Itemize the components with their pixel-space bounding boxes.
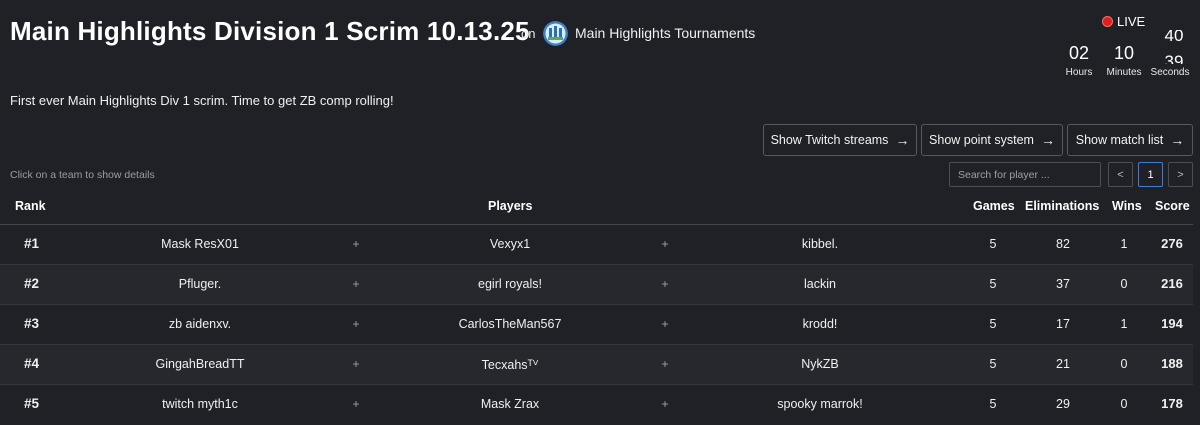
countdown-minutes-label: Minutes <box>1106 67 1142 78</box>
plus-icon: + <box>661 237 669 251</box>
row-games: 5 <box>989 317 997 331</box>
show-point-system-label: Show point system <box>929 133 1034 147</box>
live-indicator: LIVE <box>1102 14 1145 29</box>
countdown-hours-label: Hours <box>1065 67 1093 78</box>
next-page-button[interactable]: > <box>1168 162 1193 187</box>
wins-header: Wins <box>1112 199 1142 213</box>
countdown-seconds-label: Seconds <box>1150 67 1190 78</box>
player-3: lackin <box>804 277 836 291</box>
table-row[interactable]: #2 Pfluger. + egirl royals! + lackin 5 3… <box>0 265 1193 305</box>
row-eliminations: 29 <box>1056 397 1070 411</box>
row-games: 5 <box>989 357 997 371</box>
countdown-seconds-next: 39 <box>1164 52 1184 64</box>
plus-icon: + <box>352 397 360 411</box>
player-1: Mask ResX01 <box>161 237 239 251</box>
show-point-system-button[interactable]: Show point system → <box>921 124 1063 156</box>
live-label: LIVE <box>1117 14 1146 29</box>
live-dot-icon <box>1102 16 1113 27</box>
row-wins: 0 <box>1120 277 1128 291</box>
row-rank: #2 <box>24 276 40 291</box>
row-rank: #5 <box>24 396 40 411</box>
table-row[interactable]: #4 GingahBreadTT + Tecxahsᵀⱽ + NykZB 5 2… <box>0 345 1193 385</box>
row-games: 5 <box>989 397 997 411</box>
eliminations-header: Eliminations <box>1025 199 1100 213</box>
arrow-right-icon: → <box>1170 132 1185 148</box>
row-eliminations: 82 <box>1056 237 1070 251</box>
page-1-button[interactable]: 1 <box>1138 162 1163 187</box>
player-3: NykZB <box>801 357 839 371</box>
row-score: 216 <box>1161 276 1183 291</box>
show-twitch-streams-label: Show Twitch streams <box>770 133 889 147</box>
org-name-link[interactable]: Main Highlights Tournaments <box>575 25 755 41</box>
row-wins: 0 <box>1120 357 1128 371</box>
plus-icon: + <box>661 277 669 291</box>
show-twitch-streams-button[interactable]: Show Twitch streams → <box>763 124 917 156</box>
player-2: egirl royals! <box>478 277 542 291</box>
plus-icon: + <box>352 237 360 251</box>
player-3: kibbel. <box>801 237 839 251</box>
row-score: 194 <box>1161 316 1183 331</box>
games-header: Games <box>973 199 1015 213</box>
row-wins: 1 <box>1120 317 1128 331</box>
player-3: spooky marrok! <box>777 397 863 411</box>
tournament-description: First ever Main Highlights Div 1 scrim. … <box>10 93 394 108</box>
page-title: Main Highlights Division 1 Scrim 10.13.2… <box>10 16 530 46</box>
row-rank: #3 <box>24 316 40 331</box>
row-rank: #1 <box>24 236 40 251</box>
player-search-input[interactable] <box>949 162 1101 187</box>
arrow-right-icon: → <box>895 132 910 148</box>
page-number: 1 <box>1147 168 1154 181</box>
show-match-list-button[interactable]: Show match list → <box>1067 124 1193 156</box>
plus-icon: + <box>352 357 360 371</box>
player-1: zb aidenxv. <box>168 317 232 331</box>
row-eliminations: 21 <box>1056 357 1070 371</box>
players-header: Players <box>488 199 533 213</box>
player-3: krodd! <box>802 317 838 331</box>
chevron-left-icon: < <box>1117 168 1124 181</box>
chevron-right-icon: > <box>1177 168 1184 181</box>
player-2: Tecxahsᵀⱽ <box>481 358 539 372</box>
player-1: GingahBreadTT <box>155 357 245 371</box>
row-rank: #4 <box>24 356 40 371</box>
countdown-minutes: 10 <box>1113 43 1135 63</box>
row-score: 178 <box>1161 396 1183 411</box>
tournament-page: { "header": { "title": "Main Highlights … <box>0 0 1200 425</box>
row-games: 5 <box>989 237 997 251</box>
plus-icon: + <box>352 317 360 331</box>
player-2: Mask Zrax <box>480 397 540 411</box>
arrow-right-icon: → <box>1040 132 1055 148</box>
countdown-seconds: 40 39 <box>1152 30 1196 64</box>
table-row[interactable]: #3 zb aidenxv. + CarlosTheMan567 + krodd… <box>0 305 1193 345</box>
row-wins: 1 <box>1120 237 1128 251</box>
player-2: Vexyx1 <box>489 237 531 251</box>
prev-page-button[interactable]: < <box>1108 162 1133 187</box>
row-wins: 0 <box>1120 397 1128 411</box>
player-2: CarlosTheMan567 <box>458 317 562 331</box>
plus-icon: + <box>661 317 669 331</box>
click-team-hint: Click on a team to show details <box>10 169 155 181</box>
score-header: Score <box>1155 199 1190 213</box>
row-games: 5 <box>989 277 997 291</box>
org-logo-icon[interactable] <box>543 21 568 46</box>
countdown-seconds-prev: 40 <box>1164 30 1184 45</box>
player-1: Pfluger. <box>178 277 222 291</box>
plus-icon: + <box>661 357 669 371</box>
plus-icon: + <box>661 397 669 411</box>
plus-icon: + <box>352 277 360 291</box>
player-1: twitch myth1c <box>162 397 238 411</box>
row-score: 276 <box>1161 236 1183 251</box>
on-label: on <box>521 26 536 41</box>
table-row[interactable]: #5 twitch myth1c + Mask Zrax + spooky ma… <box>0 385 1193 425</box>
rank-header: Rank <box>15 199 46 213</box>
row-eliminations: 37 <box>1056 277 1070 291</box>
table-row[interactable]: #1 Mask ResX01 + Vexyx1 + kibbel. 5 82 1… <box>0 225 1193 265</box>
row-eliminations: 17 <box>1056 317 1070 331</box>
show-match-list-label: Show match list <box>1075 133 1164 147</box>
countdown-hours: 02 <box>1068 43 1090 63</box>
row-score: 188 <box>1161 356 1183 371</box>
